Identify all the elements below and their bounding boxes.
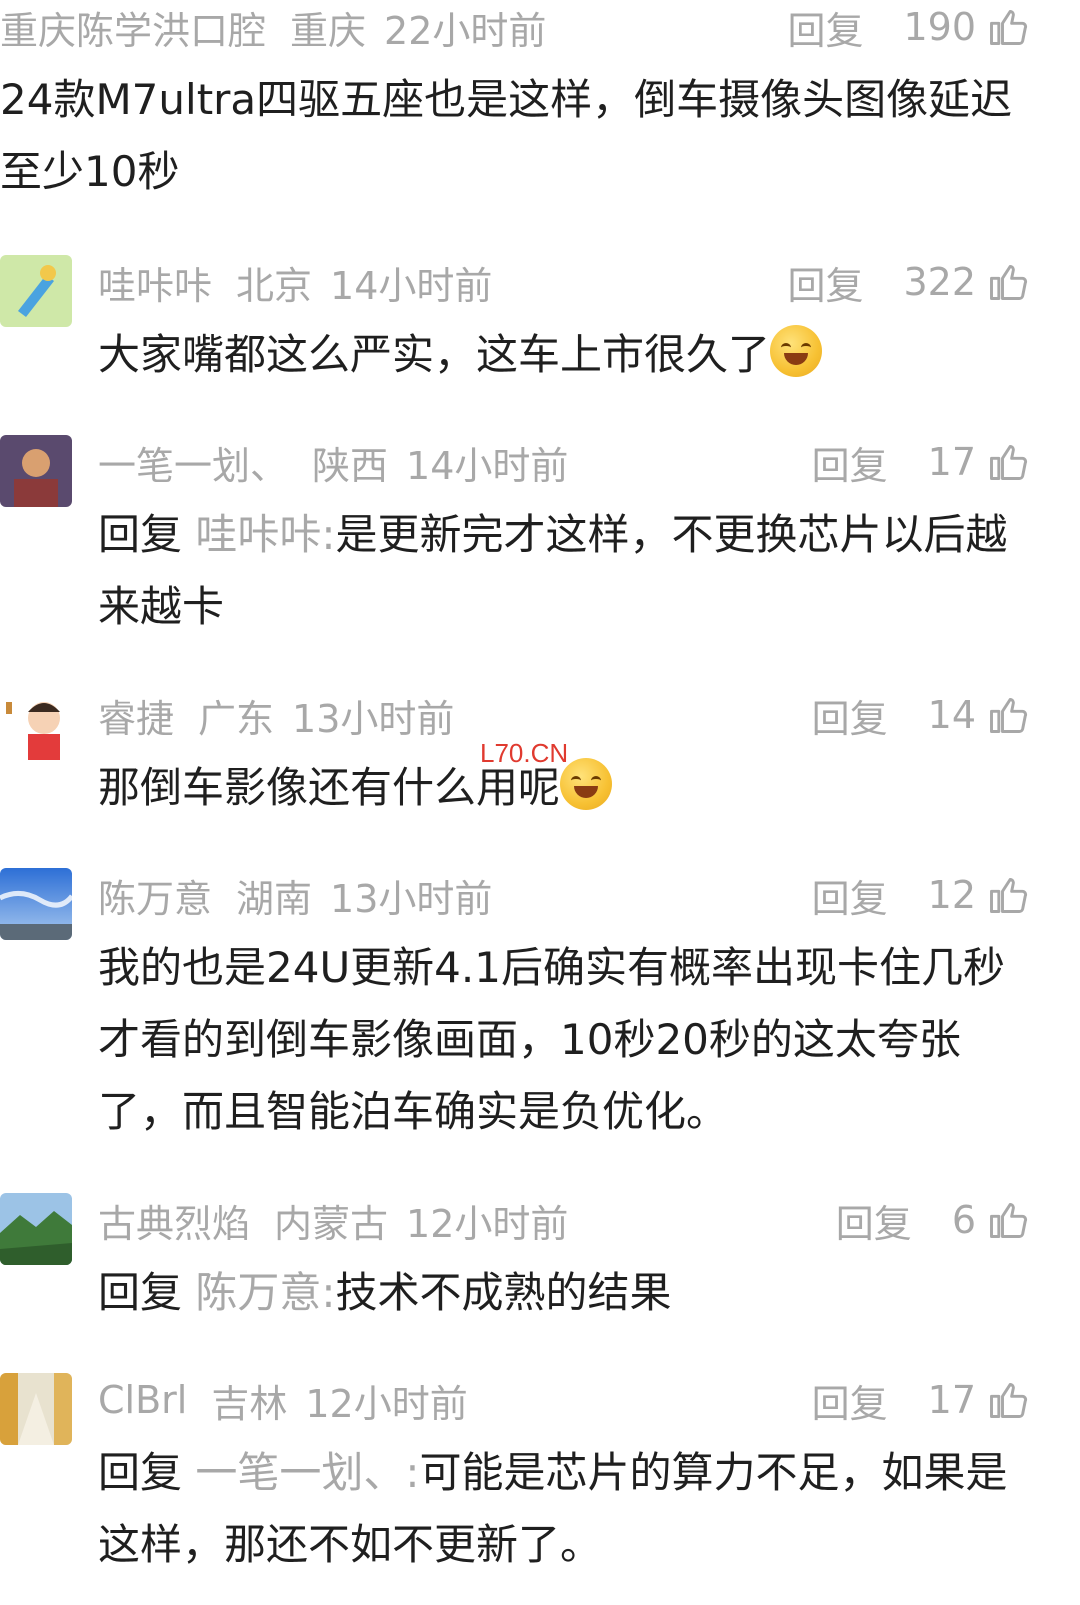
- like-count: 17: [927, 440, 976, 484]
- commenter-location: 重庆: [290, 8, 367, 53]
- commenter-name[interactable]: 哇咔咔: [98, 255, 212, 310]
- like-button[interactable]: 17: [928, 440, 1030, 484]
- thumbs-up-icon: [990, 697, 1028, 733]
- reply-prefix: 回复: [98, 1448, 183, 1497]
- comment-meta: 哇咔咔 北京 14小时前 回复 322: [98, 255, 1030, 310]
- comment-meta: ClBrl 吉林 12小时前 回复 17: [98, 1373, 1030, 1428]
- commenter-name[interactable]: 重庆陈学洪口腔: [0, 0, 266, 55]
- comment-meta: 陈万意 湖南 13小时前 回复 12: [98, 868, 1030, 923]
- comment-time: 22小时前: [384, 8, 547, 53]
- comment-body: 回复 陈万意:技术不成熟的结果: [98, 1257, 1032, 1329]
- reply-button[interactable]: 回复: [812, 1373, 888, 1428]
- like-count: 6: [951, 1198, 976, 1242]
- like-count: 322: [903, 260, 976, 304]
- commenter-location: 内蒙古: [274, 1201, 389, 1246]
- like-button[interactable]: 12: [928, 873, 1030, 917]
- comment-meta: 古典烈焰 内蒙古 12小时前 回复 6: [98, 1193, 1030, 1248]
- like-count: 190: [903, 5, 976, 49]
- comment-body: 大家嘴都这么严实，这车上市很久了: [98, 319, 1032, 391]
- reply-button[interactable]: 回复: [787, 0, 863, 55]
- like-count: 17: [927, 1378, 976, 1422]
- like-button[interactable]: 322: [903, 260, 1030, 304]
- commenter-name[interactable]: 一笔一划、: [98, 435, 288, 490]
- comment-text: 技术不成熟的结果: [335, 1268, 672, 1317]
- reply-button[interactable]: 回复: [812, 868, 888, 923]
- commenter-location: 湖南: [236, 876, 313, 921]
- comment-meta: 重庆陈学洪口腔 重庆 22小时前 回复 190: [0, 0, 1030, 55]
- like-button[interactable]: 14: [928, 693, 1030, 737]
- commenter-location: 陕西: [312, 443, 389, 488]
- comment-time: 13小时前: [330, 876, 493, 921]
- reply-button[interactable]: 回复: [812, 435, 888, 490]
- like-count: 12: [927, 873, 976, 917]
- commenter-location: 广东: [198, 696, 275, 741]
- commenter-name[interactable]: 陈万意: [98, 868, 212, 923]
- comment-meta: 一笔一划、 陕西 14小时前 回复 17: [98, 435, 1030, 490]
- reply-button[interactable]: 回复: [836, 1193, 912, 1248]
- comment-text: 我的也是24U更新4.1后确实有概率出现卡住几秒才看的到倒车影像画面，10秒20…: [98, 943, 1005, 1136]
- reply-to-name[interactable]: 一笔一划、:: [195, 1448, 419, 1497]
- like-count: 14: [927, 693, 976, 737]
- comment-body: 回复 一笔一划、:可能是芯片的算力不足，如果是这样，那还不如不更新了。: [98, 1437, 1032, 1581]
- reply-button[interactable]: 回复: [787, 255, 863, 310]
- thumbs-up-icon: [990, 1382, 1028, 1418]
- comment-time: 12小时前: [406, 1201, 569, 1246]
- thumbs-up-icon: [990, 444, 1028, 480]
- comment-time: 14小时前: [406, 443, 569, 488]
- comment-body: 回复 哇咔咔:是更新完才这样，不更换芯片以后越来越卡: [98, 499, 1032, 643]
- avatar[interactable]: [0, 255, 72, 327]
- thumbs-up-icon: [990, 9, 1028, 45]
- commenter-name[interactable]: 古典烈焰: [98, 1193, 250, 1248]
- comment-time: 12小时前: [305, 1381, 468, 1426]
- reply-to-name[interactable]: 哇咔咔:: [195, 510, 335, 559]
- reply-button[interactable]: 回复: [812, 688, 888, 743]
- avatar[interactable]: [0, 868, 72, 940]
- avatar[interactable]: [0, 1193, 72, 1265]
- like-button[interactable]: 17: [928, 1378, 1030, 1422]
- comment-text: 24款M7ultra四驱五座也是这样，倒车摄像头图像延迟至少10秒: [0, 75, 1013, 196]
- reply-prefix: 回复: [98, 1268, 183, 1317]
- commenter-location: 北京: [236, 263, 313, 308]
- reply-prefix: 回复: [98, 510, 183, 559]
- comment-text: 大家嘴都这么严实，这车上市很久了: [98, 330, 771, 379]
- commenter-name[interactable]: ClBrl: [98, 1378, 187, 1422]
- avatar[interactable]: [0, 435, 72, 507]
- thumbs-up-icon: [990, 264, 1028, 300]
- like-button[interactable]: 6: [952, 1198, 1030, 1242]
- commenter-location: 吉林: [211, 1381, 288, 1426]
- commenter-name[interactable]: 睿捷: [98, 688, 174, 743]
- thumbs-up-icon: [990, 877, 1028, 913]
- like-button[interactable]: 190: [903, 5, 1030, 49]
- avatar[interactable]: [0, 688, 72, 760]
- reply-to-name[interactable]: 陈万意:: [195, 1268, 335, 1317]
- comment-time: 14小时前: [330, 263, 493, 308]
- thumbs-up-icon: [990, 1202, 1028, 1238]
- comment-meta: 睿捷 广东 13小时前 回复 14: [98, 688, 1030, 743]
- laughing-crying-emoji-icon: [770, 325, 823, 377]
- comment-time: 13小时前: [292, 696, 455, 741]
- watermark: L70.CN: [480, 738, 569, 768]
- comment-text: 那倒车影像还有什么用呢: [98, 763, 561, 812]
- avatar[interactable]: [0, 1373, 72, 1445]
